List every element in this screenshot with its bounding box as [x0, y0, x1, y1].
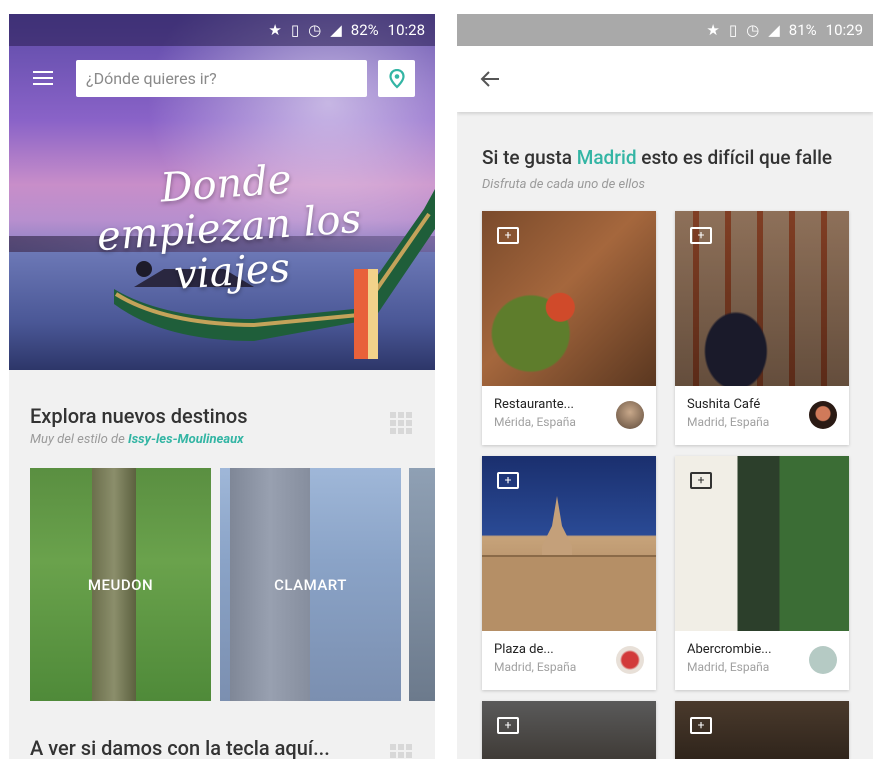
avatar[interactable]	[809, 401, 837, 429]
building-silhouette	[482, 496, 656, 631]
recommend-title: Si te gusta Madrid esto es difícil que f…	[482, 146, 832, 169]
phone-screen-home: Donde empiezan los viajes ★ ▯ ◷ ◢ 82% 10…	[9, 14, 435, 759]
avatar[interactable]	[616, 401, 644, 429]
destination-label: CLAMART	[274, 575, 347, 594]
issy-link[interactable]: Issy-les-Moulineaux	[128, 432, 244, 447]
next-section-header: A ver si damos con la tecla aquí...	[30, 736, 330, 759]
folder-add-icon[interactable]: +	[497, 472, 519, 489]
status-time: 10:28	[387, 21, 425, 39]
place-card[interactable]: + Restaurante... Mérida, España	[482, 211, 656, 445]
vibrate-icon: ▯	[290, 21, 300, 39]
explore-subtitle: Muy del estilo de Issy-les-Moulineaux	[30, 432, 248, 447]
place-card[interactable]: +	[482, 701, 656, 759]
recommend-city[interactable]: Madrid	[577, 146, 637, 169]
top-search-bar	[9, 54, 435, 102]
place-location: Madrid, España	[687, 660, 770, 674]
back-arrow-icon[interactable]	[479, 68, 501, 90]
place-location: Madrid, España	[687, 415, 770, 429]
place-name: Plaza de...	[494, 642, 554, 657]
avatar[interactable]	[809, 646, 837, 674]
app-bar	[457, 46, 873, 112]
grid-icon[interactable]	[390, 412, 412, 434]
location-button[interactable]	[378, 60, 415, 97]
status-bar: ★ ▯ ◷ ◢ 81% 10:29	[457, 14, 873, 46]
alarm-icon: ◷	[746, 21, 760, 39]
explore-title: Explora nuevos destinos	[30, 404, 248, 428]
place-card[interactable]: +	[675, 701, 849, 759]
vibrate-icon: ▯	[728, 21, 738, 39]
destination-card-meudon[interactable]: MEUDON	[30, 468, 211, 701]
place-location: Madrid, España	[494, 660, 577, 674]
destination-label: MEUDON	[87, 575, 154, 594]
star-icon: ★	[268, 21, 282, 39]
folder-add-icon[interactable]: +	[497, 717, 519, 734]
explore-section-header: Explora nuevos destinos Muy del estilo d…	[30, 404, 248, 447]
recommend-title-suffix: esto es difícil que falle	[636, 146, 833, 169]
menu-icon[interactable]	[33, 71, 53, 85]
place-name: Abercrombie...	[687, 642, 772, 657]
explore-subtitle-prefix: Muy del estilo de	[30, 432, 128, 447]
next-section-title: A ver si damos con la tecla aquí...	[30, 736, 330, 759]
battery-percent: 81%	[788, 21, 817, 39]
place-card[interactable]: + Abercrombie... Madrid, España	[675, 456, 849, 690]
folder-add-icon[interactable]: +	[690, 472, 712, 489]
signal-icon: ◢	[768, 21, 780, 39]
avatar[interactable]	[616, 646, 644, 674]
destination-card-partial[interactable]	[409, 468, 435, 701]
status-time: 10:29	[825, 21, 863, 39]
alarm-icon: ◷	[308, 21, 322, 39]
destination-card-clamart[interactable]: CLAMART	[220, 468, 401, 701]
grid-icon[interactable]	[390, 744, 412, 759]
folder-add-icon[interactable]: +	[497, 227, 519, 244]
search-input[interactable]	[76, 60, 367, 97]
star-icon: ★	[706, 21, 720, 39]
place-name: Restaurante...	[494, 397, 574, 412]
place-location: Mérida, España	[494, 415, 576, 429]
battery-percent: 82%	[350, 21, 379, 39]
recommend-title-prefix: Si te gusta	[482, 146, 577, 169]
signal-icon: ◢	[330, 21, 342, 39]
phone-screen-recommendations: ★ ▯ ◷ ◢ 81% 10:29 Si te gusta Madrid est…	[457, 14, 873, 759]
recommend-subtitle: Disfruta de cada uno de ellos	[482, 177, 646, 192]
location-pin-icon	[388, 68, 405, 88]
place-card[interactable]: + Plaza de... Madrid, España	[482, 456, 656, 690]
folder-add-icon[interactable]: +	[690, 717, 712, 734]
folder-add-icon[interactable]: +	[690, 227, 712, 244]
hero-title: Donde empiezan los viajes	[95, 156, 363, 299]
place-name: Sushita Café	[687, 397, 761, 412]
status-bar: ★ ▯ ◷ ◢ 82% 10:28	[9, 14, 435, 46]
place-card[interactable]: + Sushita Café Madrid, España	[675, 211, 849, 445]
